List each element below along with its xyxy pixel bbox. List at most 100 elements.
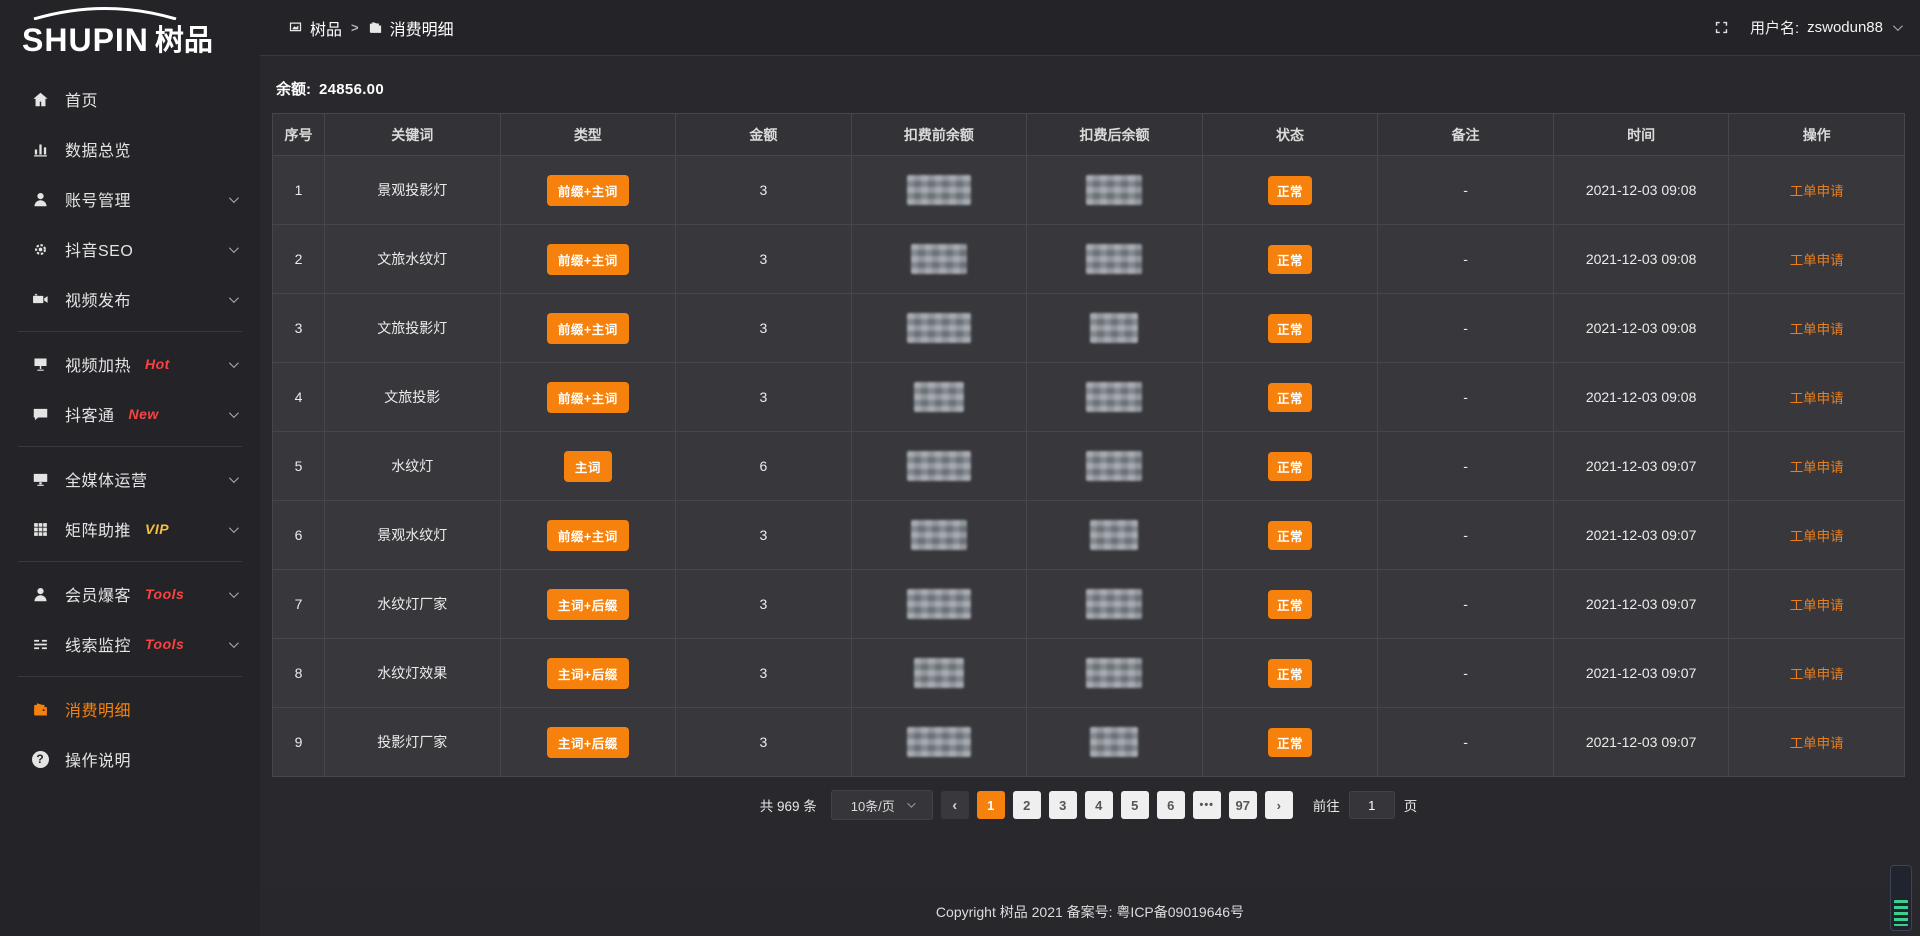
- cell-index: 1: [273, 156, 325, 225]
- more-pages-button[interactable]: •••: [1193, 791, 1221, 819]
- redacted-value: [907, 451, 971, 481]
- cell-remark: -: [1378, 501, 1554, 570]
- next-page-button[interactable]: ›: [1265, 791, 1293, 819]
- work-order-link[interactable]: 工单申请: [1790, 253, 1844, 268]
- consumption-table: 序号 关键词 类型 金额 扣费前余额 扣费后余额 状态 备注 时间 操作 1: [272, 113, 1905, 777]
- column-header: 关键词: [325, 114, 501, 156]
- footer: Copyright 树品 2021 备案号: 粤ICP备09019646号: [260, 888, 1920, 936]
- cell-type: 主词+后缀: [500, 708, 676, 777]
- sidebar-item-consumption-details[interactable]: 消费明细: [0, 684, 260, 734]
- work-order-link[interactable]: 工单申请: [1790, 529, 1844, 544]
- cell-status: 正常: [1202, 708, 1378, 777]
- sidebar-item-label: 会员爆客: [65, 582, 131, 606]
- cell-time: 2021-12-03 09:07: [1553, 639, 1729, 708]
- floating-widget[interactable]: [1890, 865, 1912, 931]
- sidebar-item-label: 矩阵助推: [65, 517, 131, 541]
- app-window: SHUPIN 树品 首页 数据总览 账号管理 抖音SEO: [0, 0, 1920, 936]
- fullscreen-icon[interactable]: [1713, 19, 1730, 36]
- sidebar-item-account-management[interactable]: 账号管理: [0, 174, 260, 224]
- work-order-link[interactable]: 工单申请: [1790, 184, 1844, 199]
- sidebar-item-home[interactable]: 首页: [0, 74, 260, 124]
- sidebar-item-label: 全媒体运营: [65, 467, 148, 491]
- page-button-2[interactable]: 2: [1013, 791, 1041, 819]
- cell-status: 正常: [1202, 225, 1378, 294]
- wallet-icon: [30, 701, 50, 718]
- cell-type: 前缀+主词: [500, 156, 676, 225]
- cell-time: 2021-12-03 09:07: [1553, 708, 1729, 777]
- prev-page-button[interactable]: ‹: [941, 791, 969, 819]
- redacted-value: [907, 313, 971, 343]
- sidebar-item-video-heating[interactable]: 视频加热 Hot: [0, 339, 260, 389]
- chevron-down-icon: [229, 193, 239, 203]
- table-row: 8 水纹灯效果 主词+后缀 3 正常 - 2021-12-03 09:07 工单…: [273, 639, 1905, 708]
- chat-icon: [30, 406, 50, 423]
- sidebar-item-matrix-boost[interactable]: 矩阵助推 VIP: [0, 504, 260, 554]
- work-order-link[interactable]: 工单申请: [1790, 667, 1844, 682]
- sidebar-item-douketong[interactable]: 抖客通 New: [0, 389, 260, 439]
- cell-type: 前缀+主词: [500, 225, 676, 294]
- table-row: 7 水纹灯厂家 主词+后缀 3 正常 - 2021-12-03 09:07 工单…: [273, 570, 1905, 639]
- cell-balance-after: [1027, 570, 1203, 639]
- cell-keyword: 景观投影灯: [325, 156, 501, 225]
- user-menu[interactable]: 用户名: zswodun88: [1750, 17, 1900, 38]
- cell-balance-after: [1027, 225, 1203, 294]
- page-button-3[interactable]: 3: [1049, 791, 1077, 819]
- table-row: 3 文旅投影灯 前缀+主词 3 正常 - 2021-12-03 09:08 工单…: [273, 294, 1905, 363]
- cell-remark: -: [1378, 570, 1554, 639]
- pagination: 共 969 条 10条/页 ‹ 1 2 3 4 5 6 ••• 97 › 前往 …: [272, 790, 1905, 820]
- table-row: 2 文旅水纹灯 前缀+主词 3 正常 - 2021-12-03 09:08 工单…: [273, 225, 1905, 294]
- cell-amount: 3: [676, 225, 852, 294]
- cell-remark: -: [1378, 432, 1554, 501]
- page-button-97[interactable]: 97: [1229, 791, 1257, 819]
- question-icon: [30, 751, 50, 768]
- type-badge: 主词+后缀: [547, 658, 629, 689]
- cell-time: 2021-12-03 09:08: [1553, 156, 1729, 225]
- cell-type: 主词: [500, 432, 676, 501]
- logo-arc: [30, 6, 180, 25]
- cell-status: 正常: [1202, 432, 1378, 501]
- sidebar-item-lead-monitoring[interactable]: 线索监控 Tools: [0, 619, 260, 669]
- work-order-link[interactable]: 工单申请: [1790, 322, 1844, 337]
- copyright-text: Copyright 树品 2021 备案号: 粤ICP备09019646号: [936, 902, 1244, 922]
- page-button-1[interactable]: 1: [977, 791, 1005, 819]
- sidebar-item-video-publish[interactable]: 视频发布: [0, 274, 260, 324]
- cell-type: 前缀+主词: [500, 294, 676, 363]
- cell-index: 2: [273, 225, 325, 294]
- cell-remark: -: [1378, 708, 1554, 777]
- redacted-value: [1086, 382, 1142, 412]
- sidebar-item-all-media-operation[interactable]: 全媒体运营: [0, 454, 260, 504]
- cell-time: 2021-12-03 09:07: [1553, 432, 1729, 501]
- monitor-icon: [30, 471, 50, 488]
- sidebar-item-douyin-seo[interactable]: 抖音SEO: [0, 224, 260, 274]
- page-button-5[interactable]: 5: [1121, 791, 1149, 819]
- table-row: 4 文旅投影 前缀+主词 3 正常 - 2021-12-03 09:08 工单申…: [273, 363, 1905, 432]
- cell-action: 工单申请: [1729, 225, 1905, 294]
- pagination-total: 共 969 条: [760, 795, 817, 815]
- goto-page-input[interactable]: [1349, 791, 1395, 819]
- cell-status: 正常: [1202, 570, 1378, 639]
- tools-badge: Tools: [145, 586, 184, 602]
- chevron-down-icon: [229, 293, 239, 303]
- work-order-link[interactable]: 工单申请: [1790, 598, 1844, 613]
- cell-amount: 3: [676, 363, 852, 432]
- redacted-value: [1090, 727, 1138, 757]
- chevron-down-icon: [229, 523, 239, 533]
- video-camera-icon: [30, 291, 50, 308]
- sidebar-item-member-burst[interactable]: 会员爆客 Tools: [0, 569, 260, 619]
- breadcrumb-item-root[interactable]: 树品: [288, 16, 342, 40]
- status-badge: 正常: [1268, 728, 1312, 757]
- cell-remark: -: [1378, 156, 1554, 225]
- column-header: 状态: [1202, 114, 1378, 156]
- work-order-link[interactable]: 工单申请: [1790, 391, 1844, 406]
- work-order-link[interactable]: 工单申请: [1790, 460, 1844, 475]
- page-size-select[interactable]: 10条/页: [831, 790, 933, 820]
- sidebar-item-instructions[interactable]: 操作说明: [0, 734, 260, 784]
- screen-icon: [30, 356, 50, 373]
- type-badge: 前缀+主词: [547, 313, 629, 344]
- work-order-link[interactable]: 工单申请: [1790, 736, 1844, 751]
- page-button-6[interactable]: 6: [1157, 791, 1185, 819]
- main-area: 树品 > 消费明细 用户名: zswodun88: [260, 0, 1920, 936]
- breadcrumb: 树品 > 消费明细: [288, 16, 454, 40]
- sidebar-item-data-overview[interactable]: 数据总览: [0, 124, 260, 174]
- page-button-4[interactable]: 4: [1085, 791, 1113, 819]
